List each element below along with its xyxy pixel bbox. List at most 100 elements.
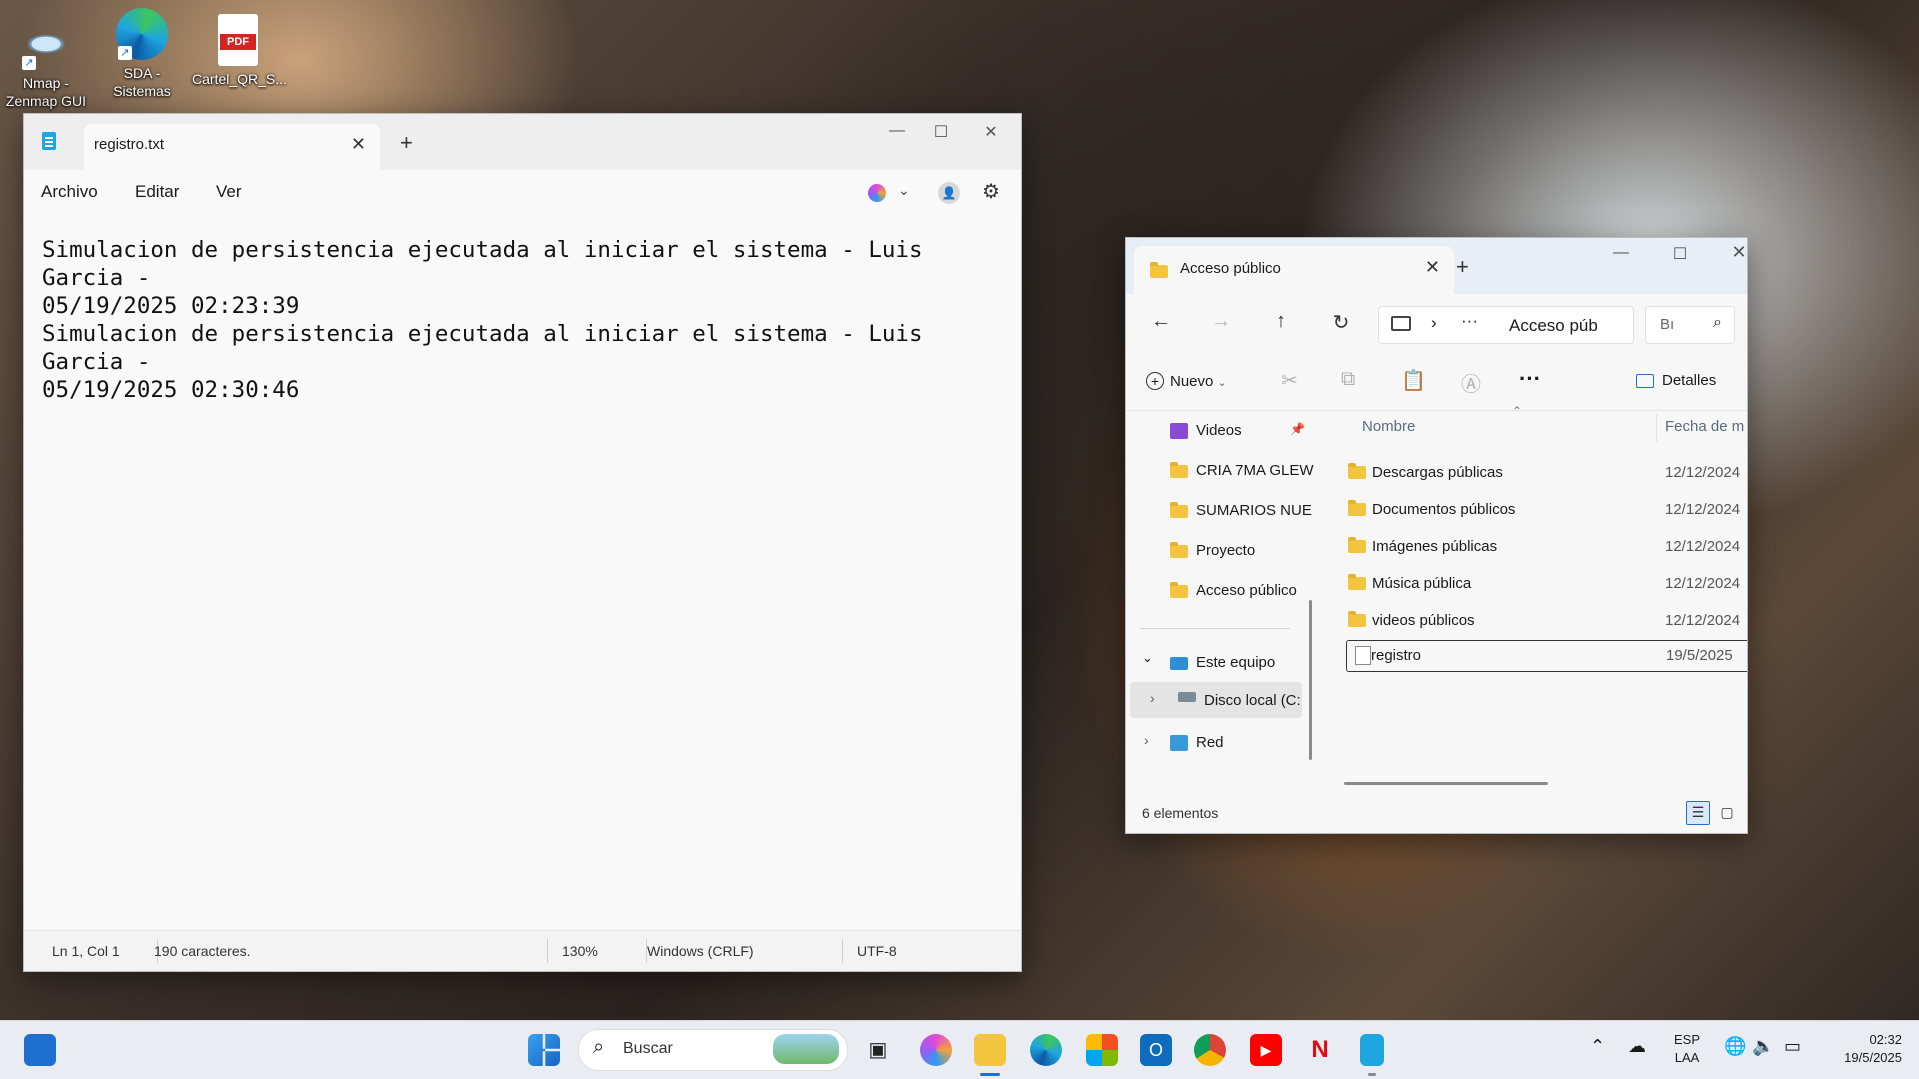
nav-item-label: Proyecto	[1196, 542, 1256, 559]
file-explorer-icon[interactable]	[974, 1034, 1006, 1066]
maximize-button[interactable]: ☐	[1657, 244, 1703, 264]
file-row[interactable]: Documentos públicos 12/12/2024	[1322, 493, 1747, 529]
keyboard-language[interactable]: ESP LAA	[1674, 1031, 1700, 1067]
chevron-right-icon[interactable]: ›	[1150, 690, 1155, 706]
netflix-icon[interactable]: N	[1304, 1034, 1336, 1066]
notepad-app-icon	[42, 132, 56, 150]
shortcut-arrow-icon: ↗	[118, 46, 132, 60]
widgets-icon[interactable]	[24, 1034, 56, 1066]
details-button[interactable]: Detalles	[1636, 372, 1716, 389]
menu-ver[interactable]: Ver	[216, 182, 242, 202]
new-tab-button[interactable]: +	[1456, 254, 1476, 280]
nav-divider	[1140, 628, 1290, 629]
onedrive-cloud-icon[interactable]: ☁	[1628, 1037, 1646, 1055]
start-windows-icon[interactable]	[528, 1034, 560, 1066]
copilot-icon[interactable]	[868, 184, 886, 202]
pin-icon[interactable]: 📌	[1290, 422, 1305, 436]
search-box[interactable]: Bı ⌕	[1645, 306, 1735, 344]
nav-item-disco-local[interactable]: › Disco local (C:	[1130, 682, 1302, 718]
back-arrow-icon[interactable]: ←	[1146, 310, 1176, 333]
account-icon[interactable]: 👤	[938, 182, 960, 204]
desktop-icon-nmap[interactable]: ↗ Nmap - Zenmap GUI	[0, 12, 92, 110]
file-row[interactable]: Imágenes públicas 12/12/2024	[1322, 530, 1747, 566]
notepad-text-area[interactable]: Simulacion de persistencia ejecutada al …	[24, 216, 1021, 926]
microsoft-store-icon[interactable]	[1086, 1034, 1118, 1066]
file-row-selected[interactable]: registro 19/5/2025	[1346, 640, 1747, 672]
file-row[interactable]: Descargas públicas 12/12/2024	[1322, 456, 1747, 492]
battery-icon[interactable]: ▭	[1784, 1037, 1801, 1055]
file-name: Documentos públicos	[1372, 501, 1516, 518]
new-button-label: Nuevo	[1170, 373, 1214, 390]
maximize-button[interactable]: ☐	[918, 122, 964, 142]
nav-item-cria[interactable]: CRIA 7MA GLEW	[1170, 461, 1314, 479]
copy-icon[interactable]: ⧉	[1341, 368, 1355, 391]
notepad-taskbar-icon[interactable]	[1360, 1034, 1384, 1066]
folder-icon	[1348, 500, 1366, 516]
chevron-down-icon[interactable]: ⌄	[1142, 650, 1153, 666]
nav-scrollbar[interactable]	[1309, 600, 1312, 760]
copilot-icon[interactable]	[920, 1034, 952, 1066]
address-bar[interactable]: › ··· Acceso púb	[1378, 306, 1634, 344]
more-options-icon[interactable]: ···	[1519, 366, 1541, 392]
chrome-icon[interactable]	[1194, 1034, 1226, 1066]
outlook-icon[interactable]: O	[1140, 1034, 1172, 1066]
menu-archivo[interactable]: Archivo	[41, 182, 98, 202]
notepad-tab[interactable]: registro.txt ✕	[84, 124, 380, 170]
details-view-icon[interactable]: ☰	[1686, 801, 1710, 825]
nav-item-este-equipo[interactable]: Este equipo	[1170, 654, 1275, 671]
minimize-button[interactable]: —	[874, 122, 920, 140]
task-view-icon[interactable]: ▣	[862, 1034, 894, 1066]
desktop-icon-sda[interactable]: ↗ SDA - Sistemas	[96, 2, 188, 100]
desktop-icon-pdf[interactable]: PDF Cartel_QR_S...	[192, 8, 287, 88]
chevron-down-icon[interactable]: ⌄	[898, 182, 910, 199]
explorer-window: Acceso público ✕ + — ☐ ✕ ← → ↑ ↻ › ··· A…	[1125, 237, 1748, 834]
notepad-titlebar: registro.txt ✕ + — ☐ ✕	[24, 114, 1021, 170]
status-zoom: 130%	[562, 943, 598, 959]
up-arrow-icon[interactable]: ↑	[1266, 310, 1296, 333]
show-hidden-icons-chevron-icon[interactable]: ⌃	[1590, 1037, 1605, 1055]
lang-top: ESP	[1674, 1032, 1701, 1047]
nav-item-red[interactable]: Red	[1170, 734, 1224, 752]
volume-icon[interactable]: 🔈	[1752, 1037, 1774, 1055]
menu-editar[interactable]: Editar	[135, 182, 179, 202]
new-button[interactable]: + Nuevo ⌄	[1146, 372, 1227, 390]
explorer-tab[interactable]: Acceso público ✕	[1134, 246, 1454, 294]
file-row[interactable]: videos públicos 12/12/2024	[1322, 604, 1747, 640]
clock[interactable]: 02:32 19/5/2025	[1822, 1031, 1902, 1067]
tiles-view-icon[interactable]: ▢	[1716, 801, 1738, 823]
nav-item-label: Disco local (C:	[1204, 692, 1301, 709]
explorer-command-bar: + Nuevo ⌄ ✂ ⧉ 📋 Ⓐ ··· Detalles	[1126, 354, 1747, 411]
settings-gear-icon[interactable]: ⚙	[982, 179, 1000, 204]
horizontal-scrollbar[interactable]	[1344, 782, 1548, 785]
status-line-ending: Windows (CRLF)	[647, 943, 754, 959]
folder-icon	[1348, 463, 1366, 479]
nav-item-sumarios[interactable]: SUMARIOS NUE	[1170, 501, 1312, 519]
edge-icon[interactable]	[1030, 1034, 1062, 1066]
network-globe-icon[interactable]: 🌐	[1724, 1037, 1746, 1055]
file-name: videos públicos	[1372, 612, 1475, 629]
more-path-icon[interactable]: ···	[1461, 311, 1478, 331]
cut-icon[interactable]: ✂	[1281, 368, 1298, 393]
minimize-button[interactable]: —	[1598, 244, 1644, 262]
taskbar-search[interactable]: ⌕ Buscar	[578, 1029, 848, 1071]
nav-item-videos[interactable]: Videos 📌	[1170, 422, 1305, 440]
nav-item-proyecto[interactable]: Proyecto	[1170, 541, 1256, 559]
close-button[interactable]: ✕	[968, 122, 1014, 142]
file-row[interactable]: Música pública 12/12/2024	[1322, 567, 1747, 603]
close-button[interactable]: ✕	[1716, 242, 1747, 263]
file-date: 19/5/2025	[1666, 647, 1733, 664]
refresh-icon[interactable]: ↻	[1326, 310, 1356, 335]
tab-close-icon[interactable]: ✕	[351, 134, 366, 155]
paste-icon[interactable]: 📋	[1401, 368, 1426, 393]
chevron-right-icon[interactable]: ›	[1144, 732, 1149, 748]
column-divider	[1656, 414, 1657, 442]
forward-arrow-icon[interactable]: →	[1206, 310, 1236, 333]
column-header-name[interactable]: Nombre	[1362, 418, 1415, 435]
new-tab-button[interactable]: +	[400, 130, 413, 156]
rename-icon[interactable]: Ⓐ	[1461, 368, 1481, 397]
youtube-icon[interactable]: ▶	[1250, 1034, 1282, 1066]
tab-close-icon[interactable]: ✕	[1425, 257, 1440, 278]
nav-item-acceso-publico[interactable]: Acceso público	[1170, 581, 1297, 599]
column-header-date[interactable]: Fecha de m	[1665, 418, 1744, 435]
file-date: 12/12/2024	[1665, 501, 1741, 518]
